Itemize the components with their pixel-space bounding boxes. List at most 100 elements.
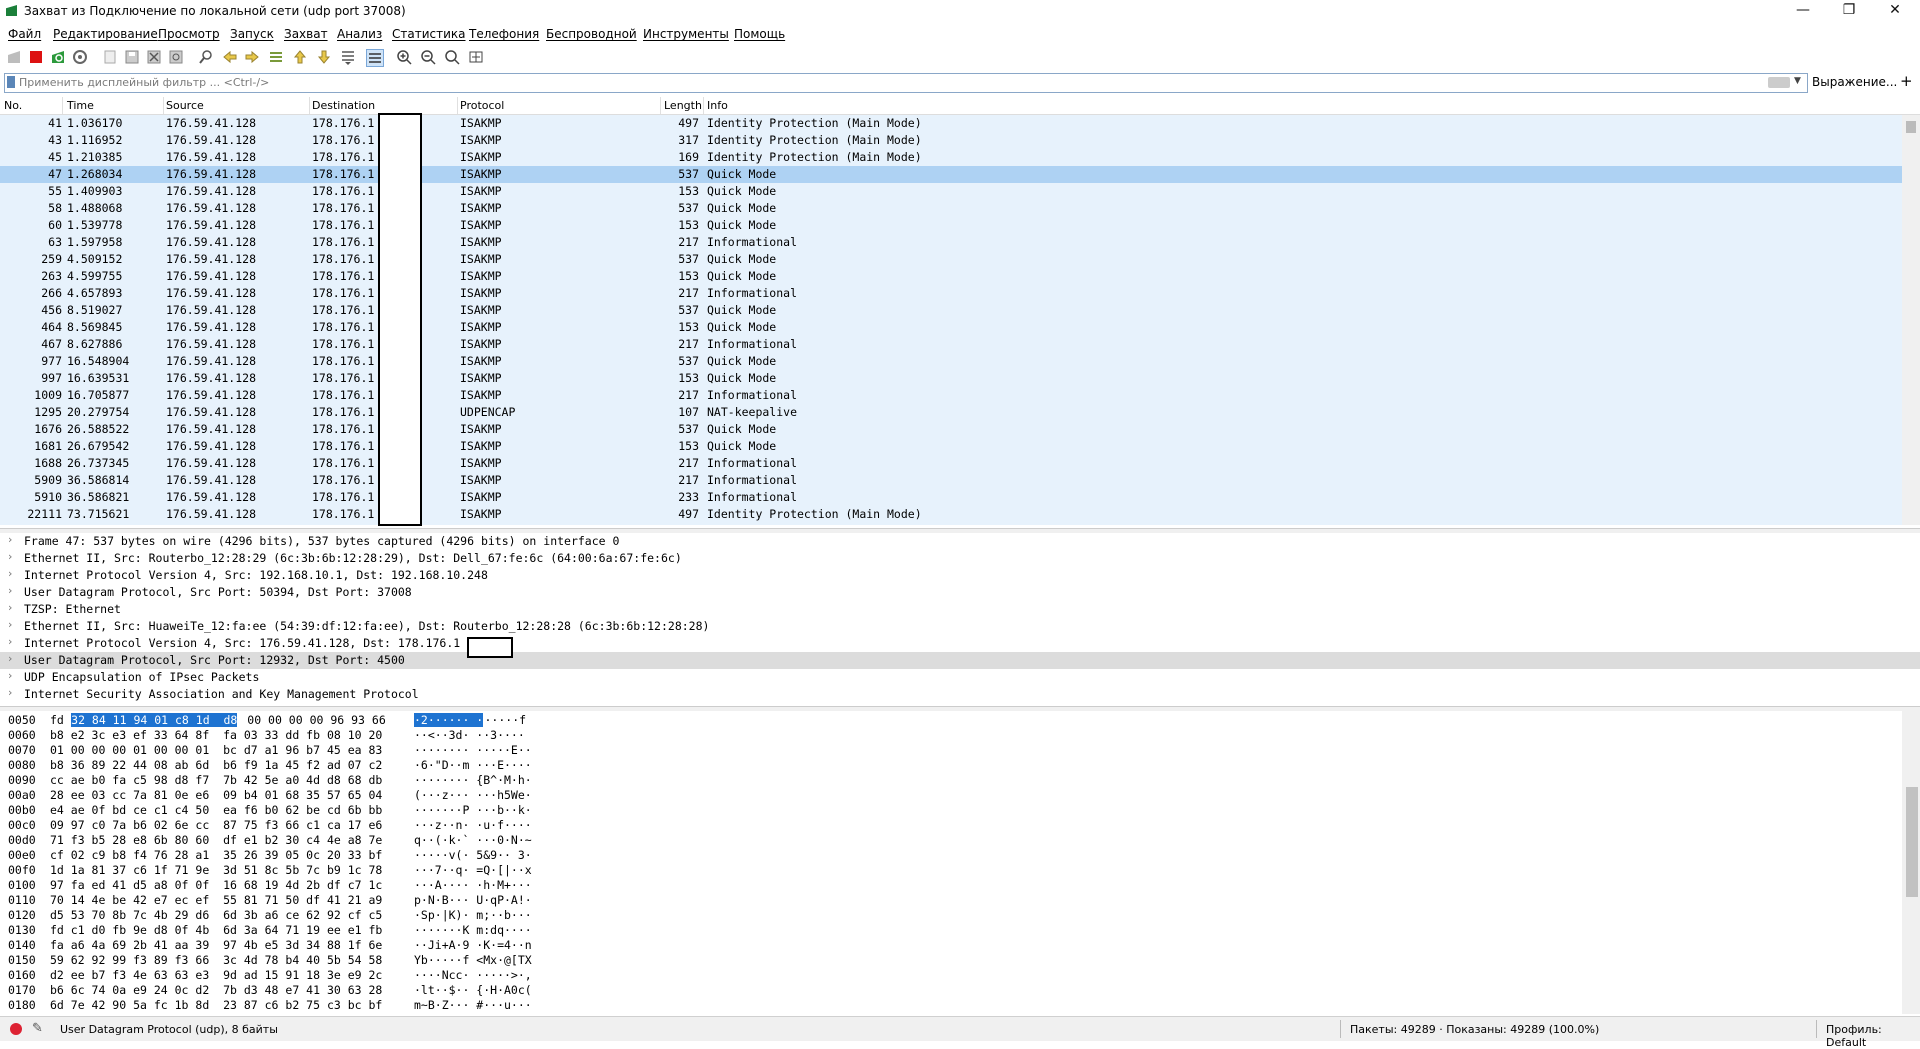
packet-row[interactable]: 467 8.627886 176.59.41.128 178.176.1 ISAKMP 2…: [0, 336, 1902, 353]
chevron-right-icon[interactable]: ›: [8, 550, 12, 563]
go-back-icon[interactable]: [222, 49, 238, 65]
detail-tree-item[interactable]: › Internet Protocol Version 4, Src: 176.5…: [0, 635, 1920, 652]
menu-analyze[interactable]: Анализ: [337, 27, 382, 41]
go-forward-icon[interactable]: [244, 49, 260, 65]
detail-tree-item[interactable]: › UDP Encapsulation of IPsec Packets: [0, 669, 1920, 686]
expression-button[interactable]: Выражение...: [1812, 75, 1897, 89]
chevron-right-icon[interactable]: ›: [8, 533, 12, 546]
chevron-right-icon[interactable]: ›: [8, 601, 12, 614]
packet-row[interactable]: 1009 16.705877 176.59.41.128 178.176.1 ISAKM…: [0, 387, 1902, 404]
packet-row[interactable]: 263 4.599755 176.59.41.128 178.176.1 ISAKMP 1…: [0, 268, 1902, 285]
packet-row[interactable]: 41 1.036170 176.59.41.128 178.176.1 ISAKMP 49…: [0, 115, 1902, 132]
reload-file-icon[interactable]: [168, 49, 184, 65]
chevron-right-icon[interactable]: ›: [8, 618, 12, 631]
zoom-in-icon[interactable]: [396, 49, 412, 65]
column-header-time[interactable]: Time: [67, 99, 94, 112]
packet-row[interactable]: 997 16.639531 176.59.41.128 178.176.1 ISAKMP…: [0, 370, 1902, 387]
profile-status[interactable]: Профиль: Default: [1826, 1023, 1920, 1049]
restart-capture-icon[interactable]: [50, 49, 66, 65]
packet-row[interactable]: 1681 26.679542 176.59.41.128 178.176.1 ISAKM…: [0, 438, 1902, 455]
find-packet-icon[interactable]: [198, 49, 214, 65]
detail-tree-item[interactable]: › Ethernet II, Src: Routerbo_12:28:29 (6c…: [0, 550, 1920, 567]
detail-tree-item[interactable]: › Internet Protocol Version 4, Src: 192.1…: [0, 567, 1920, 584]
column-header-protocol[interactable]: Protocol: [460, 99, 504, 112]
column-header-source[interactable]: Source: [166, 99, 204, 112]
resize-columns-icon[interactable]: [468, 49, 484, 65]
packet-row[interactable]: 977 16.548904 176.59.41.128 178.176.1 ISAKMP…: [0, 353, 1902, 370]
edit-comment-icon[interactable]: ✎: [32, 1021, 43, 1036]
chevron-right-icon[interactable]: ›: [8, 635, 12, 648]
expert-info-icon[interactable]: [10, 1023, 22, 1035]
detail-tree-item[interactable]: › User Datagram Protocol, Src Port: 12932…: [0, 652, 1920, 669]
last-packet-icon[interactable]: [316, 49, 332, 65]
capture-options-icon[interactable]: [72, 49, 88, 65]
packet-row[interactable]: 1688 26.737345 176.59.41.128 178.176.1 ISAKM…: [0, 455, 1902, 472]
normal-size-icon[interactable]: [444, 49, 460, 65]
start-capture-icon[interactable]: [6, 49, 22, 65]
chevron-right-icon[interactable]: ›: [8, 686, 12, 699]
colorize-icon[interactable]: [366, 49, 384, 67]
first-packet-icon[interactable]: [292, 49, 308, 65]
detail-tree-item[interactable]: › TZSP: Ethernet: [0, 601, 1920, 618]
bookmark-icon[interactable]: [7, 76, 15, 88]
menu-help[interactable]: Помощь: [734, 27, 785, 41]
detail-tree-item[interactable]: › Frame 47: 537 bytes on wire (4296 bits)…: [0, 533, 1920, 550]
packet-row[interactable]: 55 1.409903 176.59.41.128 178.176.1 ISAKMP 15…: [0, 183, 1902, 200]
detail-tree-item[interactable]: › Internet Security Association and Key M…: [0, 686, 1920, 703]
menu-file[interactable]: Файл: [8, 27, 41, 41]
packet-row[interactable]: 60 1.539778 176.59.41.128 178.176.1 ISAKMP 15…: [0, 217, 1902, 234]
cell-destination: 178.176.1: [312, 235, 375, 249]
menu-statistics[interactable]: Статистика: [392, 27, 466, 41]
menu-view[interactable]: Просмотр: [158, 27, 220, 41]
maximize-button[interactable]: ❐: [1826, 0, 1872, 22]
packet-row[interactable]: 456 8.519027 176.59.41.128 178.176.1 ISAKMP 5…: [0, 302, 1902, 319]
stop-capture-icon[interactable]: [28, 49, 44, 65]
menu-wireless[interactable]: Беспроводной: [546, 27, 637, 41]
hex-offset: 00a0: [8, 788, 36, 802]
chevron-right-icon[interactable]: ›: [8, 669, 12, 682]
packet-row[interactable]: 5910 36.586821 176.59.41.128 178.176.1 ISAKM…: [0, 489, 1902, 506]
display-filter-input[interactable]: [19, 74, 1759, 90]
packet-list-scrollbar[interactable]: [1902, 115, 1920, 525]
packet-row[interactable]: 1676 26.588522 176.59.41.128 178.176.1 ISAKM…: [0, 421, 1902, 438]
column-header-length[interactable]: Length: [664, 99, 702, 112]
open-file-icon[interactable]: [102, 49, 118, 65]
packet-row[interactable]: 464 8.569845 176.59.41.128 178.176.1 ISAKMP 1…: [0, 319, 1902, 336]
menu-tools[interactable]: Инструменты: [643, 27, 729, 41]
packet-row[interactable]: 45 1.210385 176.59.41.128 178.176.1 ISAKMP 16…: [0, 149, 1902, 166]
scrollbar-thumb[interactable]: [1906, 787, 1918, 897]
close-file-icon[interactable]: [146, 49, 162, 65]
packet-row[interactable]: 5909 36.586814 176.59.41.128 178.176.1 ISAKM…: [0, 472, 1902, 489]
packet-row[interactable]: 1295 20.279754 176.59.41.128 178.176.1 UDPEN…: [0, 404, 1902, 421]
packet-row[interactable]: 22111 73.715621 176.59.41.128 178.176.1 ISAK…: [0, 506, 1902, 523]
packet-row[interactable]: 266 4.657893 176.59.41.128 178.176.1 ISAKMP 2…: [0, 285, 1902, 302]
packet-bytes-scrollbar[interactable]: [1902, 711, 1920, 1014]
column-header-no[interactable]: No.: [4, 99, 22, 112]
column-header-info[interactable]: Info: [707, 99, 728, 112]
menu-edit[interactable]: Редактирование: [53, 27, 158, 41]
detail-tree-item[interactable]: › Ethernet II, Src: HuaweiTe_12:fa:ee (54…: [0, 618, 1920, 635]
packet-row[interactable]: 47 1.268034 176.59.41.128 178.176.1 ISAKMP 53…: [0, 166, 1902, 183]
apply-filter-arrow-icon[interactable]: [1768, 77, 1790, 88]
packet-row[interactable]: 58 1.488068 176.59.41.128 178.176.1 ISAKMP 53…: [0, 200, 1902, 217]
menu-go[interactable]: Запуск: [230, 27, 274, 41]
auto-scroll-icon[interactable]: [340, 49, 356, 65]
minimize-button[interactable]: —: [1780, 0, 1826, 22]
save-file-icon[interactable]: [124, 49, 140, 65]
menu-telephony[interactable]: Телефония: [469, 27, 539, 41]
detail-tree-item[interactable]: › User Datagram Protocol, Src Port: 50394…: [0, 584, 1920, 601]
go-to-packet-icon[interactable]: [268, 49, 284, 65]
zoom-out-icon[interactable]: [420, 49, 436, 65]
filter-history-chevron-down-icon[interactable]: ▼: [1794, 76, 1801, 86]
menu-capture[interactable]: Захват: [284, 27, 328, 41]
close-button[interactable]: ✕: [1872, 0, 1918, 22]
packet-row[interactable]: 63 1.597958 176.59.41.128 178.176.1 ISAKMP 21…: [0, 234, 1902, 251]
scrollbar-thumb[interactable]: [1906, 121, 1916, 133]
chevron-right-icon[interactable]: ›: [8, 567, 12, 580]
add-filter-button[interactable]: +: [1900, 72, 1913, 90]
packet-row[interactable]: 43 1.116952 176.59.41.128 178.176.1 ISAKMP 31…: [0, 132, 1902, 149]
packet-row[interactable]: 259 4.509152 176.59.41.128 178.176.1 ISAKMP 5…: [0, 251, 1902, 268]
column-header-destination[interactable]: Destination: [312, 99, 375, 112]
chevron-right-icon[interactable]: ›: [8, 652, 12, 665]
chevron-right-icon[interactable]: ›: [8, 584, 12, 597]
